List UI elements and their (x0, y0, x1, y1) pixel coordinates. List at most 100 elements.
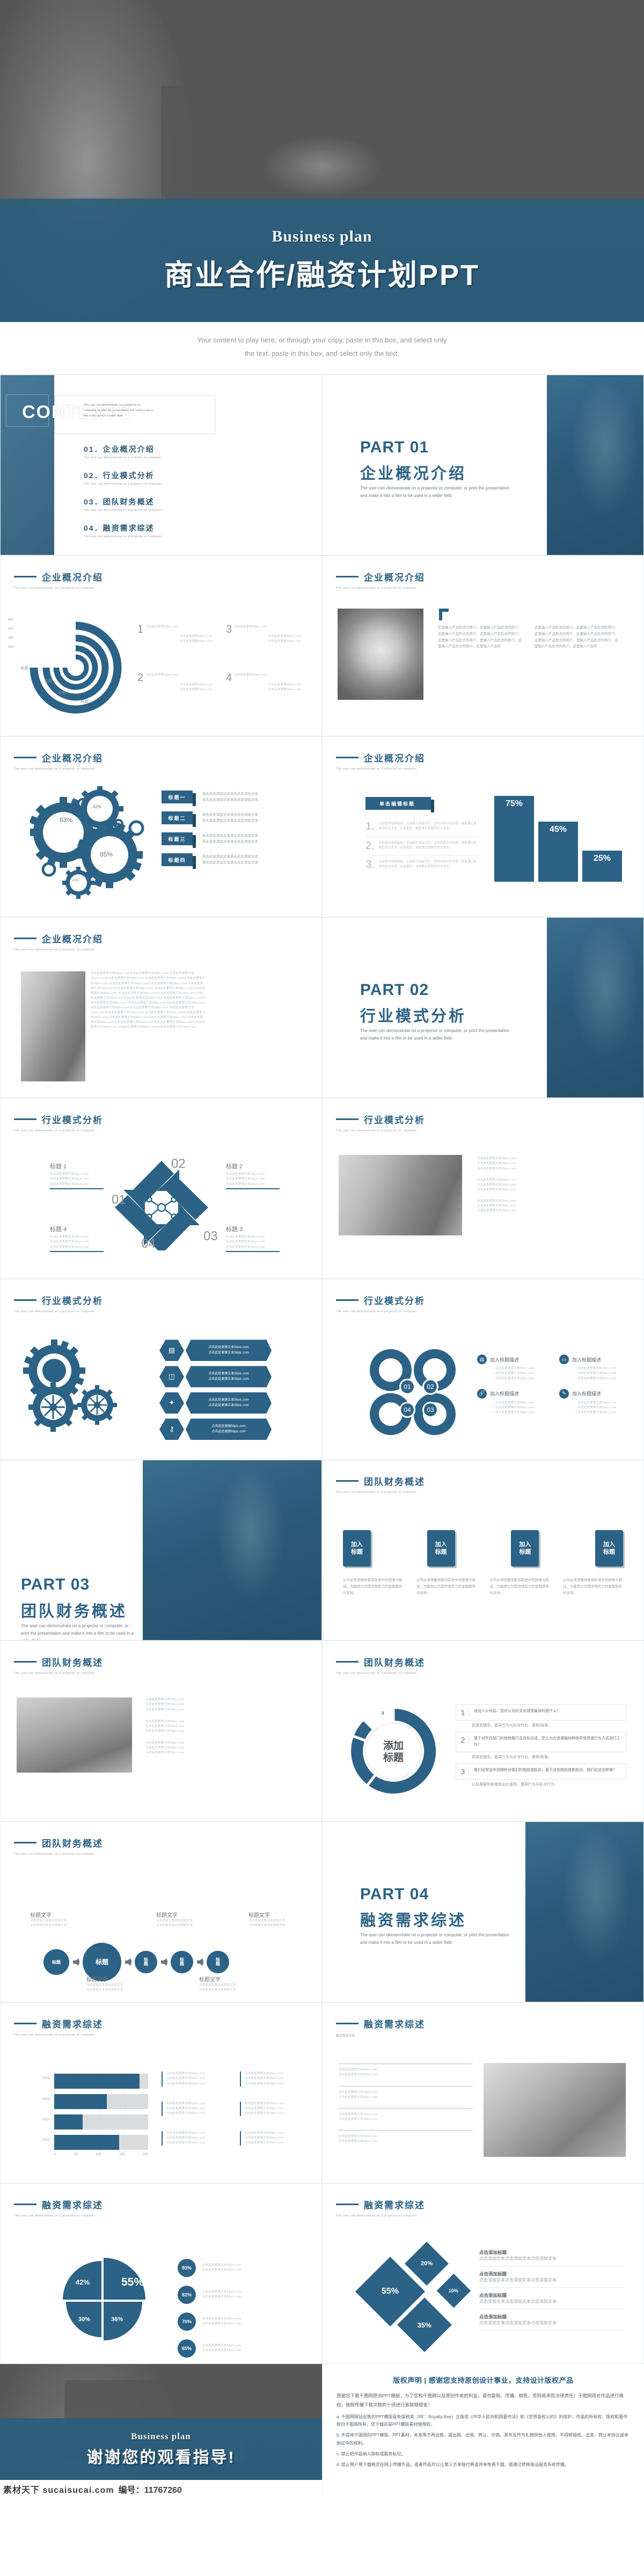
diamond-legend: 点击添加标题 点击添加文本点击添加文本点击添加文本 点击添加标题 点击添加文本点… (479, 2249, 624, 2331)
part-desc: The user can demonstrate on a projector … (360, 1028, 509, 1041)
ring-number-02: 02 (422, 1379, 438, 1395)
edit-title-badge: 单击编辑标题 (365, 797, 434, 813)
list-item[interactable]: 03．团队财务概述 The user can demonstrate on a … (84, 496, 162, 512)
list-item[interactable]: 标题一 单击此处添加文本单击此处添加文本 单击此处添加文本单击此处添加文本 (162, 791, 289, 807)
gear-value-85: 85% (100, 851, 113, 859)
question-text: 自加入公司后，您对公司的文化感受最深的是什么？ (474, 1709, 560, 1714)
part-photo (525, 1822, 643, 2002)
flow-node[interactable]: 标题 (207, 1951, 229, 1974)
section-header: 行业模式分析 The user can demonstrate on a pro… (336, 1113, 425, 1132)
slide-cycle: 行业模式分析 The user can demonstrate on a pro… (0, 1098, 322, 1279)
pill-body-row: 公司必须清醒地看到前进中的困难与挑战，为集团公司提供强有力的金融服务与支持。 公… (343, 1577, 623, 1596)
flow-caption: 标题文字 点击添加文本点击添加文本 点击添加文本点击添加文本 (156, 1911, 204, 1928)
fan-label-3: 标题 (58, 691, 66, 696)
list-item[interactable]: ✎ 加入标题描述 • 点击此处更换文本58pic.com • 点击此处更换文本58… (559, 1388, 633, 1415)
fan-label-4: 标题 (81, 700, 89, 704)
list-item[interactable]: 标题三 单击此处添加文本单击此处添加文本 单击此处添加文本单击此处添加文本 (162, 832, 289, 848)
pill-button-2[interactable]: 加入 标题 (427, 1530, 455, 1567)
item-line: 点击此处更换58pic.com (179, 640, 213, 643)
legend-body: 点击添加文本点击添加文本点击添加文本 (479, 2299, 557, 2304)
flow-node[interactable]: 标题 (135, 1951, 157, 1974)
text-line: 点击此处更换文本58pic.com (477, 1157, 516, 1161)
part-number: PART 03 (21, 1576, 90, 1594)
header-rule (336, 2204, 358, 2206)
header-subtitle: 融资需求综述 (336, 2035, 355, 2038)
page-title: 融资需求综述 (42, 2200, 103, 2211)
list-item[interactable]: 🔗 加入标题描述 • 点击此处更换文本58pic.com • 点击此处更换文本58… (477, 1388, 551, 1415)
hbar-notes: 点击此处更换文本58pic.com 点击此处更换文本58pic.com 点击此处更换… (162, 2072, 306, 2146)
item-line: 点击此处更换58pic.com (145, 674, 179, 677)
cycle-number-03: 03 (203, 1229, 218, 1244)
footer-id: 编号：11767260 (118, 2486, 182, 2496)
pill-body: 公司必须清醒地看到前进中的困难与挑战，为集团公司提供强有力的金融服务与支持。 (416, 1578, 476, 1595)
list-item: 3 我们经常会听到哪些对我们的抱怨或投诉，基于这些抱怨或者投诉，我们应该怎样做？ (456, 1763, 626, 1780)
page-title: 融资需求综述 (364, 2019, 425, 2030)
bar-chart: 75% 45% 25% (494, 796, 628, 882)
header-subtitle: The user can demonstrate on a projector … (336, 1129, 417, 1133)
pill-button-3[interactable]: 加入 标题 (511, 1530, 539, 1567)
hex-row-list: ▤ 点击此处更换文本58pic.com 点击此处更换文本58pic.com ◫ 点… (159, 1340, 272, 1440)
header-subtitle: The user can demonstrate on a projector … (336, 2214, 417, 2218)
cycle-number-01: 01 (112, 1192, 126, 1208)
numbered-list: 1. 在此框中选择粘贴，并选择只保留文字，您的内容打在这里，或者通过复制您的文本… (365, 818, 478, 873)
flow-node[interactable]: 标题 (171, 1951, 193, 1974)
section-header: 融资需求综述 The user can demonstrate on a pro… (336, 2198, 425, 2218)
caption-title: 标题文字 (30, 1913, 52, 1919)
bar-45: 45% (538, 822, 578, 882)
part-desc: The user can demonstrate on a projector … (360, 486, 509, 499)
list-item: 点击添加标题 点击添加文本点击添加文本点击添加文本 (479, 2292, 624, 2310)
list-item[interactable]: ✦ 点击此处更换文本58pic.com 点击此处更换文本58pic.com (159, 1392, 272, 1414)
list-item[interactable]: 标题二 单击此处添加文本单击此处添加文本 单击此处添加文本单击此处添加文本 (162, 811, 289, 828)
pill-button-1[interactable]: 加入 标题 (343, 1530, 371, 1567)
team-photo (338, 609, 423, 700)
fan-label-1: 标题 (21, 667, 28, 671)
list-item: 2. 在此框中选择粘贴，并选择只保留文字，您的内容打在这里，或者通过复制您的文本… (365, 837, 478, 855)
header-rule (14, 2023, 36, 2025)
note-item: 点击此处更换文本58pic.com 点击此处更换文本58pic.com 点击此处更换… (162, 2072, 228, 2087)
list-item: b. 不得将千图网的PPT模版、PPT素材，本身用于再出售，或出租、出借、转让、… (336, 2433, 629, 2446)
page-footer: 素材天下 sucaisucai.com 编号：11767260 (0, 2480, 322, 2499)
list-item[interactable]: ▤ 点击此处更换文本58pic.com 点击此处更换文本58pic.com (159, 1340, 272, 1362)
list-item[interactable]: 02．行业模式分析 The user can demonstrate on a … (84, 470, 162, 486)
tick: 200 (142, 2153, 148, 2157)
header-rule (14, 576, 36, 578)
flow-node[interactable]: 标题 (43, 1949, 69, 1975)
item-number: 2. (365, 839, 375, 852)
section-header: 企业概况介绍 The user can demonstrate on a pro… (14, 751, 103, 771)
list-item[interactable]: 标题四 单击此处添加文本单击此处添加文本 单击此处添加文本单击此处添加文本 (162, 853, 289, 869)
arrow-left-icon (161, 1958, 167, 1966)
section-header: 团队财务概述 The user can demonstrate on a pro… (14, 1836, 103, 1856)
list-item[interactable]: ⚷ 点击此处更换58pic.com 点击此处更换58pic.com (159, 1418, 272, 1440)
hex-text: 点击此处更换文本58pic.com 点击此处更换文本58pic.com (186, 1366, 272, 1388)
header-subtitle: The user can demonstrate on a projector … (14, 2033, 95, 2037)
legend-badge: 82% (178, 2286, 196, 2304)
cycle-title: 标题 2 (226, 1163, 243, 1170)
diamond-graphic: 55% 20% 35% 10% (355, 2242, 475, 2353)
contents-item-sub: The user can demonstrate on a projector … (84, 535, 162, 539)
pill-button-4[interactable]: 加入 标题 (595, 1530, 623, 1567)
list-item[interactable]: 04．融资需求综述 The user can demonstrate on a … (84, 523, 162, 538)
contents-slide: CONTENTS The user can demonstrate on a p… (0, 375, 322, 556)
list-item[interactable]: 01．企业概况介绍 The user can demonstrate on a … (84, 444, 162, 459)
desk-photo (339, 1155, 462, 1236)
bar-75: 75% (494, 796, 534, 882)
footer-site: 素材天下 sucaisucai.com (3, 2486, 114, 2496)
section-header: 企业概况介绍 The user can demonstrate on a pro… (14, 932, 103, 952)
header-rule (14, 2204, 36, 2206)
list-item[interactable]: ▭ 加入标题描述 • 点击此处更换文本58pic.com • 点击此处更换文本58… (559, 1355, 633, 1381)
card-title: 加入标题描述 (572, 1391, 602, 1397)
cycle-line: 点击此处更换文本58pic.com (226, 1173, 265, 1176)
list-item: 65% 点击此处更换文本58pic.com 点击此处更换文本58pic.com (178, 2339, 241, 2358)
list-item[interactable]: ▤ 加入标题描述 • 点击此处更换文本58pic.com • 点击此处更换文本58… (477, 1355, 551, 1381)
hex-text: 点击此处更换文本58pic.com 点击此处更换文本58pic.com (186, 1340, 272, 1362)
closing-slide: Business plan 谢谢您的观看指导! (0, 2364, 322, 2480)
cycle-title: 标题 3 (226, 1226, 243, 1233)
slide-meeting-photo: 团队财务概述 The user can demonstrate on a pro… (0, 1641, 322, 1822)
text-line: 点击此处更换文本58pic.com (477, 1183, 516, 1187)
part-photo (143, 1460, 321, 1641)
header-rule (336, 1299, 358, 1301)
list-item[interactable]: ◫ 点击此处更换文本58pic.com 点击此处更换文本58pic.com (159, 1366, 272, 1388)
text-column: 点击此处更换文本58pic.com 点击此处更换文本58pic.com 点击此处… (477, 1157, 622, 1213)
list-item: d. 禁止用户用下载格式在网上传播作品。或者作品可以让第三方单独付费或共享免费下… (336, 2462, 569, 2467)
item-number: 2 (137, 672, 144, 684)
